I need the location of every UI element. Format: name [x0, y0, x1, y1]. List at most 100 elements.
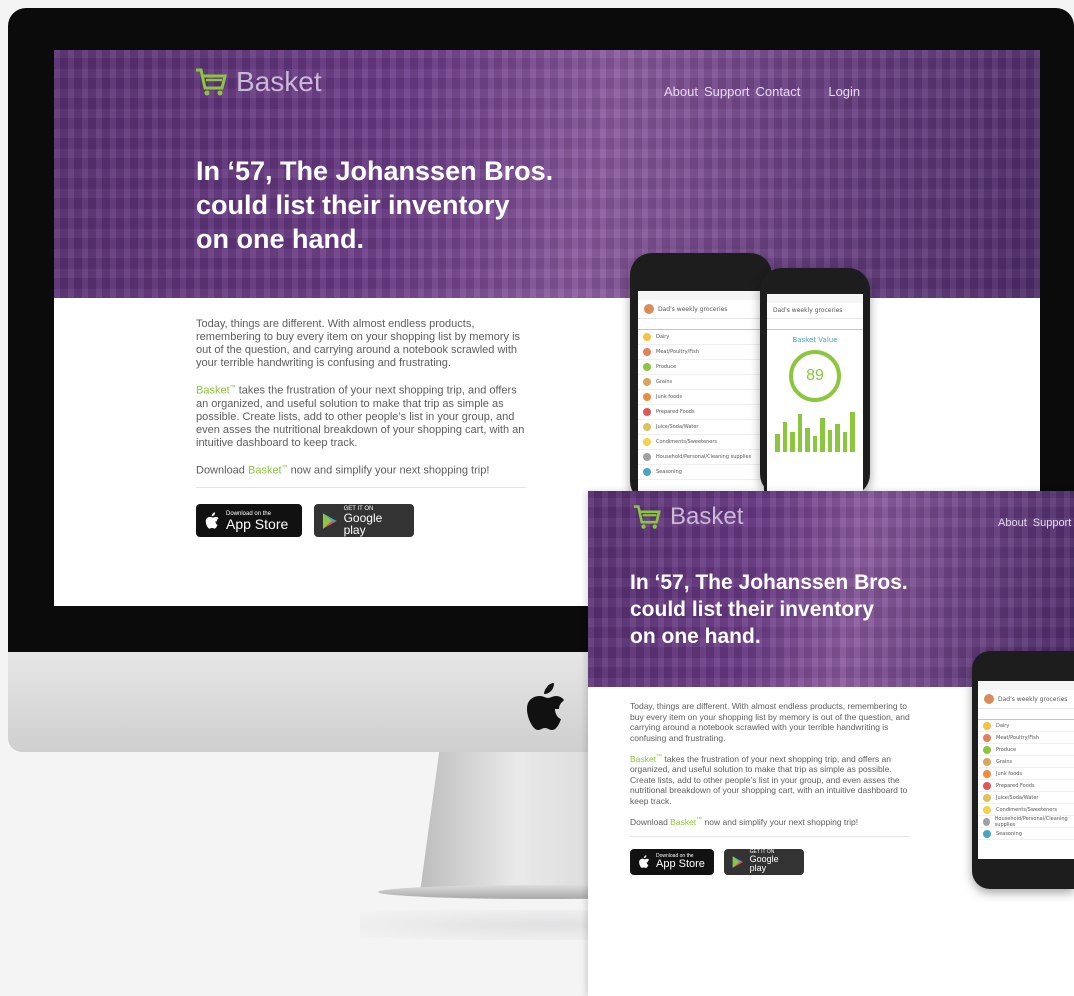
avatar	[644, 304, 654, 314]
headline-line-3-secondary: on one hand.	[630, 625, 761, 648]
nutrition-bar	[775, 434, 780, 452]
phone-tabs-secondary[interactable]	[978, 709, 1074, 720]
category-item[interactable]: Produce	[638, 360, 764, 375]
category-label: Seasoning	[656, 469, 682, 475]
category-item[interactable]: Condiments/Sweeteners	[638, 435, 764, 450]
brand-mention: Basket	[196, 384, 230, 397]
brand-logo[interactable]: Basket	[194, 66, 322, 98]
category-icon	[643, 393, 651, 401]
avatar-secondary	[984, 694, 994, 704]
store-badges-secondary: Download on the App Store GET IT ON Google…	[630, 848, 910, 875]
category-label: Grains	[656, 379, 673, 385]
nav-login[interactable]: Login	[828, 84, 860, 99]
phone-list-mockup-secondary: Dad's weekly groceries Dairy Meat/Poultry…	[972, 651, 1074, 889]
nutrition-bar	[790, 432, 795, 452]
category-icon	[983, 721, 991, 730]
download-prompt-start: Download	[196, 464, 248, 477]
category-icon	[643, 333, 651, 341]
category-label: Household/Personal/Cleaning supplies	[656, 454, 752, 460]
category-item[interactable]: Dairy	[978, 720, 1074, 732]
category-label: Dairy	[656, 334, 670, 340]
category-icon	[643, 363, 651, 371]
nutrition-bar	[805, 428, 810, 452]
category-label: Meat/Poultry/Fish	[656, 349, 699, 355]
category-label: Dairy	[996, 722, 1010, 729]
basket-icon-secondary	[634, 505, 661, 529]
category-item[interactable]: Junk foods	[638, 390, 764, 405]
category-icon	[983, 745, 991, 754]
phone-list-screen: Dad's weekly groceries Dairy Meat/Poultry…	[638, 291, 764, 501]
category-label: Grains	[996, 758, 1013, 765]
brand-logo-secondary[interactable]: Basket	[632, 503, 743, 531]
nav-support[interactable]: Support	[704, 84, 750, 99]
brand-name: Basket	[236, 66, 322, 97]
category-list-secondary: Dairy Meat/Poultry/Fish Produce Grains Junk …	[978, 720, 1074, 840]
download-prompt-brand-secondary: Basket	[670, 817, 697, 828]
score-ring: 89	[789, 350, 841, 402]
category-item[interactable]: Prepared Foods	[978, 780, 1074, 792]
nutrition-bar	[797, 414, 803, 452]
category-icon	[983, 769, 991, 778]
category-item[interactable]: Meat/Poultry/Fish	[638, 345, 764, 360]
category-item[interactable]: Household/Personal/Cleaning supplies	[978, 816, 1074, 828]
phone-status-bar-2	[767, 294, 863, 303]
category-item[interactable]: Condiments/Sweeteners	[978, 804, 1074, 816]
category-item[interactable]: Juice/Soda/Water	[638, 420, 764, 435]
phone-score-list-title: Dad's weekly groceries	[773, 307, 843, 314]
category-label: Condiments/Sweeteners	[996, 806, 1058, 813]
category-item[interactable]: Dairy	[638, 330, 764, 345]
category-item[interactable]: Seasoning	[978, 828, 1074, 840]
intro-copy: Today, things are different. With almost…	[196, 318, 526, 538]
category-item[interactable]: Grains	[978, 756, 1074, 768]
website-mockup-secondary: Basket About Support In ‘57, The Johanss…	[588, 491, 1074, 996]
nav-support-secondary[interactable]: Support	[1033, 517, 1072, 529]
nutrition-bar	[827, 430, 833, 452]
phone-tabs-2[interactable]	[767, 319, 863, 330]
category-icon	[643, 438, 651, 446]
headline-line-2-secondary: could list their inventory	[630, 598, 874, 621]
google-play-button[interactable]: GET IT ON Google play	[314, 504, 414, 538]
category-item[interactable]: Grains	[638, 375, 764, 390]
category-label: Juice/Soda/Water	[656, 424, 699, 430]
phone-tabs[interactable]	[638, 319, 764, 330]
category-icon	[983, 757, 991, 766]
phone-score-screen: Dad's weekly groceries Basket Value 89	[767, 294, 863, 494]
category-label: Prepared Foods	[996, 782, 1035, 789]
category-item[interactable]: Produce	[978, 744, 1074, 756]
category-item[interactable]: Juice/Soda/Water	[978, 792, 1074, 804]
download-prompt: Download Basket™ now and simplify your n…	[196, 462, 526, 478]
divider	[196, 487, 526, 489]
headline-line-3: on one hand.	[196, 224, 364, 254]
category-item[interactable]: Seasoning	[638, 465, 764, 480]
category-item[interactable]: Junk foods	[978, 768, 1074, 780]
intro-paragraph-1: Today, things are different. With almost…	[196, 318, 521, 369]
nav-about[interactable]: About	[664, 84, 698, 99]
category-icon	[643, 408, 651, 416]
nav-contact[interactable]: Contact	[756, 84, 801, 99]
category-icon	[983, 817, 990, 826]
app-store-button-secondary[interactable]: Download on the App Store	[630, 848, 714, 875]
category-icon	[983, 793, 991, 802]
nav-about-secondary[interactable]: About	[998, 517, 1027, 529]
phone-status-bar	[638, 291, 764, 300]
nutrition-bar	[812, 436, 818, 452]
google-play-label-secondary: Google play	[749, 854, 779, 874]
app-store-label: App Store	[226, 515, 289, 532]
google-play-icon-secondary	[732, 855, 743, 868]
app-store-button[interactable]: Download on the App Store	[196, 504, 302, 538]
category-icon	[643, 453, 651, 461]
nutrition-bar	[782, 422, 788, 452]
nutrition-bar-chart	[775, 412, 856, 452]
phone-list-screen-secondary: Dad's weekly groceries Dairy Meat/Poultry…	[978, 681, 1074, 859]
category-label: Juice/Soda/Water	[996, 794, 1039, 801]
brand-mention-secondary: Basket	[630, 753, 656, 764]
category-icon	[643, 468, 651, 476]
category-item[interactable]: Meat/Poultry/Fish	[978, 732, 1074, 744]
download-prompt-start-secondary: Download	[630, 817, 671, 828]
category-icon	[643, 348, 651, 356]
hero-headline-secondary: In ‘57, The Johanssen Bros. could list t…	[630, 569, 908, 650]
google-play-button-secondary[interactable]: GET IT ON Google play	[724, 848, 804, 875]
nutrition-bar	[842, 432, 848, 452]
category-item[interactable]: Prepared Foods	[638, 405, 764, 420]
category-item[interactable]: Household/Personal/Cleaning supplies	[638, 450, 764, 465]
